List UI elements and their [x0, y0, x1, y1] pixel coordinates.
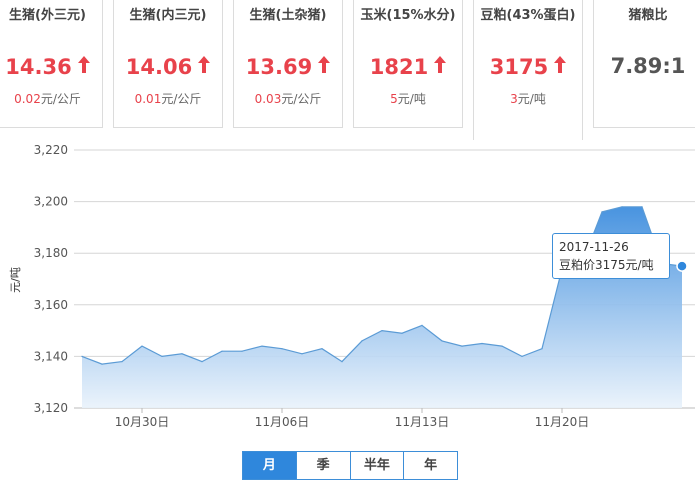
y-tick-label: 3,180 [34, 246, 68, 260]
data-point [161, 355, 163, 357]
tab-half-year[interactable]: 半年 [349, 452, 404, 479]
card-title: 生猪(内三元) [129, 8, 207, 23]
card-pig-inner[interactable]: 生猪(内三元) 14.06 0.01元/公斤 [113, 0, 223, 128]
card-change: 0.01元/公斤 [134, 92, 202, 106]
card-pig-mixed[interactable]: 生猪(土杂猪) 13.69 0.03元/公斤 [233, 0, 343, 128]
card-change: 0.03元/公斤 [254, 92, 322, 106]
data-point [221, 350, 223, 352]
card-title: 猪粮比 [628, 8, 668, 23]
data-point [481, 342, 483, 345]
chart-tooltip: 2017-11-26 豆粕价3175元/吨 [552, 233, 670, 279]
highlighted-point[interactable] [676, 260, 688, 272]
card-price: 3175 [474, 54, 582, 79]
x-axis-ticks: 10月30日 11月06日 11月13日 11月20日 [115, 408, 590, 429]
card-price: 13.69 [234, 54, 342, 79]
data-point [621, 206, 623, 208]
data-point [361, 340, 363, 342]
y-tick-label: 3,160 [34, 298, 68, 312]
y-tick-label: 3,200 [34, 195, 68, 209]
card-title: 豆粕(43%蛋白) [480, 8, 576, 23]
tab-year[interactable]: 年 [403, 452, 457, 479]
card-price: 14.06 [114, 54, 222, 79]
price-cards: 生猪(外三元) 14.36 0.02元/公斤 生猪(内三元) 14.06 0.0… [0, 0, 695, 140]
card-change: 5元/吨 [390, 92, 426, 106]
data-point [441, 340, 443, 342]
data-point [461, 345, 463, 347]
data-point [501, 345, 503, 347]
data-point [401, 332, 403, 334]
card-change: 3元/吨 [510, 92, 546, 106]
tooltip-value: 豆粕价3175元/吨 [559, 258, 654, 272]
data-point [321, 348, 323, 350]
data-point [301, 353, 303, 355]
card-title: 生猪(土杂猪) [249, 8, 327, 23]
data-point [541, 348, 543, 350]
data-point [421, 324, 423, 326]
data-point [381, 330, 383, 332]
y-tick-label: 3,140 [34, 349, 68, 363]
data-point [601, 211, 603, 213]
data-point [281, 348, 283, 350]
arrow-up-icon [77, 54, 90, 78]
data-point [241, 350, 243, 352]
price-chart: 3,120 3,140 3,160 3,180 3,200 3,220 元/吨 10月30… [9, 143, 695, 429]
card-pig-grain-ratio[interactable]: 猪粮比 7.89:1 [593, 0, 695, 128]
arrow-up-icon [198, 54, 211, 78]
y-axis-ticks: 3,120 3,140 3,160 3,180 3,200 3,220 [34, 143, 68, 415]
x-tick-label: 11月06日 [255, 415, 310, 429]
card-change: 0.02元/公斤 [14, 92, 81, 106]
tab-month[interactable]: 月 [243, 452, 296, 479]
x-tick-label: 11月20日 [535, 415, 590, 429]
range-tabs: 月 季 半年 年 [242, 451, 458, 480]
card-price: 7.89:1 [610, 54, 686, 78]
card-title: 生猪(外三元) [9, 8, 86, 23]
card-price: 1821 [354, 54, 462, 79]
card-price: 14.36 [0, 54, 102, 79]
data-point [121, 361, 123, 363]
data-point [261, 345, 263, 347]
x-tick-label: 11月13日 [395, 415, 450, 429]
card-pig-outer[interactable]: 生猪(外三元) 14.36 0.02元/公斤 [0, 0, 103, 128]
data-point [521, 355, 523, 357]
data-point [81, 355, 83, 357]
x-tick-label: 10月30日 [115, 415, 170, 429]
data-point [341, 361, 343, 363]
data-point [201, 361, 203, 363]
y-tick-label: 3,220 [34, 143, 68, 157]
card-soymeal[interactable]: 豆粕(43%蛋白) 3175 3元/吨 [473, 0, 583, 140]
card-corn[interactable]: 玉米(15%水分) 1821 5元/吨 [353, 0, 463, 128]
y-tick-label: 3,120 [34, 401, 68, 415]
tab-quarter[interactable]: 季 [295, 452, 350, 479]
data-point [101, 363, 103, 365]
card-title: 玉米(15%水分) [360, 8, 456, 23]
data-point [141, 345, 143, 347]
arrow-up-icon [318, 54, 331, 78]
tooltip-date: 2017-11-26 [559, 240, 629, 254]
y-axis-label: 元/吨 [9, 267, 22, 293]
arrow-up-icon [554, 54, 567, 78]
data-point [181, 353, 183, 355]
data-point [641, 206, 643, 208]
arrow-up-icon [434, 54, 447, 78]
